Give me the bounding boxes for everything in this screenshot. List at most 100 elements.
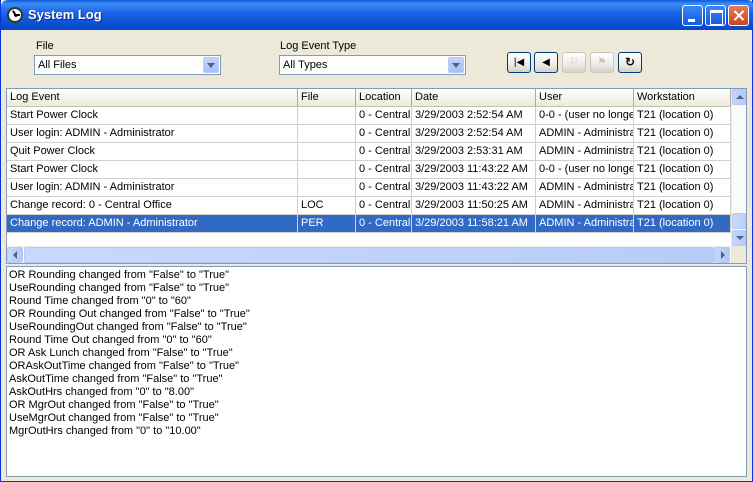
detail-line: AskOutTime changed from "False" to "True… xyxy=(9,373,223,385)
detail-line: AskOutHrs changed from "0" to "8.00" xyxy=(9,386,194,398)
cell-log-event: Start Power Clock xyxy=(7,161,298,178)
scroll-down-icon[interactable] xyxy=(732,230,746,246)
cell-file xyxy=(298,125,356,142)
prev-record-icon: ◀ xyxy=(542,57,550,68)
column-header-user[interactable]: User xyxy=(536,89,634,106)
table-header: Log Event File Location Date User Workst… xyxy=(7,89,731,107)
cell-date: 3/29/2003 2:53:31 AM xyxy=(412,143,536,160)
horizontal-scroll-thumb[interactable] xyxy=(24,247,714,263)
last-record-button[interactable]: ⚑ xyxy=(590,52,614,73)
minimize-button[interactable] xyxy=(682,5,703,26)
cell-location: 0 - Central Office xyxy=(356,215,412,232)
scroll-right-icon[interactable] xyxy=(714,247,730,263)
file-dropdown-value: All Files xyxy=(38,59,77,71)
cell-date: 3/29/2003 11:43:22 AM xyxy=(412,161,536,178)
cell-user: ADMIN - Administrator xyxy=(536,197,634,214)
detail-line: OR Rounding Out changed from "False" to … xyxy=(9,308,250,320)
column-header-workstation[interactable]: Workstation xyxy=(634,89,731,106)
refresh-button[interactable]: ↻ xyxy=(618,52,642,73)
cell-date: 3/29/2003 11:58:21 AM xyxy=(412,215,536,232)
flag-end-icon: ⚑ xyxy=(597,57,607,68)
cell-location: 0 - Central Office xyxy=(356,161,412,178)
cell-user: ADMIN - Administrator xyxy=(536,125,634,142)
log-event-type-value: All Types xyxy=(283,59,328,71)
cell-workstation: T21 (location 0) xyxy=(634,125,731,142)
table-row[interactable]: Start Power Clock 0 - Central Office 3/2… xyxy=(7,107,731,125)
table-row[interactable]: User login: ADMIN - Administrator 0 - Ce… xyxy=(7,125,731,143)
table-row[interactable]: Change record: 0 - Central Office LOC 0 … xyxy=(7,197,731,215)
cell-workstation: T21 (location 0) xyxy=(634,179,731,196)
first-record-button[interactable]: |◀ xyxy=(507,52,531,73)
cell-location: 0 - Central Office xyxy=(356,179,412,196)
log-event-type-label: Log Event Type xyxy=(280,40,357,52)
window-title: System Log xyxy=(28,7,102,22)
cell-file xyxy=(298,107,356,124)
cell-workstation: T21 (location 0) xyxy=(634,161,731,178)
horizontal-scrollbar[interactable] xyxy=(7,246,731,263)
column-header-date[interactable]: Date xyxy=(412,89,536,106)
cell-location: 0 - Central Office xyxy=(356,143,412,160)
cell-log-event: User login: ADMIN - Administrator xyxy=(7,179,298,196)
cell-user: ADMIN - Administrator xyxy=(536,215,634,232)
column-header-log-event[interactable]: Log Event xyxy=(7,89,298,106)
detail-line: OR MgrOut changed from "False" to "True" xyxy=(9,399,219,411)
file-dropdown[interactable]: All Files xyxy=(34,55,221,75)
refresh-icon: ↻ xyxy=(624,55,636,69)
maximize-button[interactable] xyxy=(705,5,726,26)
table-row[interactable]: Quit Power Clock 0 - Central Office 3/29… xyxy=(7,143,731,161)
cell-user: ADMIN - Administrator xyxy=(536,179,634,196)
cell-file xyxy=(298,161,356,178)
cell-log-event: Start Power Clock xyxy=(7,107,298,124)
detail-line: OR Rounding changed from "False" to "Tru… xyxy=(9,269,230,281)
cell-log-event: User login: ADMIN - Administrator xyxy=(7,125,298,142)
clock-icon xyxy=(7,7,23,23)
vertical-scroll-thumb[interactable] xyxy=(732,213,746,229)
file-label: File xyxy=(36,40,54,52)
chevron-down-icon[interactable] xyxy=(203,57,219,73)
cell-workstation: T21 (location 0) xyxy=(634,197,731,214)
cell-log-event: Change record: ADMIN - Administrator xyxy=(7,215,298,232)
scroll-left-icon[interactable] xyxy=(7,247,23,263)
cell-file xyxy=(298,179,356,196)
cell-workstation: T21 (location 0) xyxy=(634,107,731,124)
scroll-up-icon[interactable] xyxy=(732,89,746,105)
cell-location: 0 - Central Office xyxy=(356,107,412,124)
log-events-table[interactable]: Log Event File Location Date User Workst… xyxy=(6,88,747,264)
cell-workstation: T21 (location 0) xyxy=(634,215,731,232)
cell-log-event: Change record: 0 - Central Office xyxy=(7,197,298,214)
cell-workstation: T21 (location 0) xyxy=(634,143,731,160)
detail-line: UseMgrOut changed from "False" to "True" xyxy=(9,412,219,424)
cell-location: 0 - Central Office xyxy=(356,125,412,142)
table-row[interactable]: User login: ADMIN - Administrator 0 - Ce… xyxy=(7,179,731,197)
cell-location: 0 - Central Office xyxy=(356,197,412,214)
flag-icon: ⚐ xyxy=(569,57,579,68)
detail-line: OR Ask Lunch changed from "False" to "Tr… xyxy=(9,347,233,359)
cell-log-event: Quit Power Clock xyxy=(7,143,298,160)
column-header-location[interactable]: Location xyxy=(356,89,412,106)
prev-record-button[interactable]: ◀ xyxy=(534,52,558,73)
scrollbar-corner xyxy=(731,246,746,263)
detail-line: ORAskOutTime changed from "False" to "Tr… xyxy=(9,360,239,372)
change-details-panel[interactable]: OR Rounding changed from "False" to "Tru… xyxy=(6,266,747,477)
column-header-file[interactable]: File xyxy=(298,89,356,106)
detail-line: MgrOutHrs changed from "0" to "10.00" xyxy=(9,425,201,437)
next-record-button[interactable]: ⚐ xyxy=(562,52,586,73)
detail-line: UseRoundingOut changed from "False" to "… xyxy=(9,321,247,333)
cell-file xyxy=(298,143,356,160)
title-bar[interactable]: System Log xyxy=(1,0,753,30)
vertical-scrollbar[interactable] xyxy=(731,89,746,246)
cell-file: PER xyxy=(298,215,356,232)
first-record-icon: |◀ xyxy=(513,57,525,68)
cell-date: 3/29/2003 2:52:54 AM xyxy=(412,125,536,142)
chevron-down-icon[interactable] xyxy=(448,57,464,73)
detail-line: Round Time changed from "0" to "60" xyxy=(9,295,191,307)
cell-date: 3/29/2003 2:52:54 AM xyxy=(412,107,536,124)
detail-line: Round Time Out changed from "0" to "60" xyxy=(9,334,212,346)
close-button[interactable] xyxy=(728,5,749,26)
cell-date: 3/29/2003 11:43:22 AM xyxy=(412,179,536,196)
cell-user: 0-0 - (user no longer exists) xyxy=(536,161,634,178)
cell-user: 0-0 - (user no longer exists) xyxy=(536,107,634,124)
log-event-type-dropdown[interactable]: All Types xyxy=(279,55,466,75)
table-row[interactable]: Start Power Clock 0 - Central Office 3/2… xyxy=(7,161,731,179)
table-row-selected[interactable]: Change record: ADMIN - Administrator PER… xyxy=(7,215,731,233)
